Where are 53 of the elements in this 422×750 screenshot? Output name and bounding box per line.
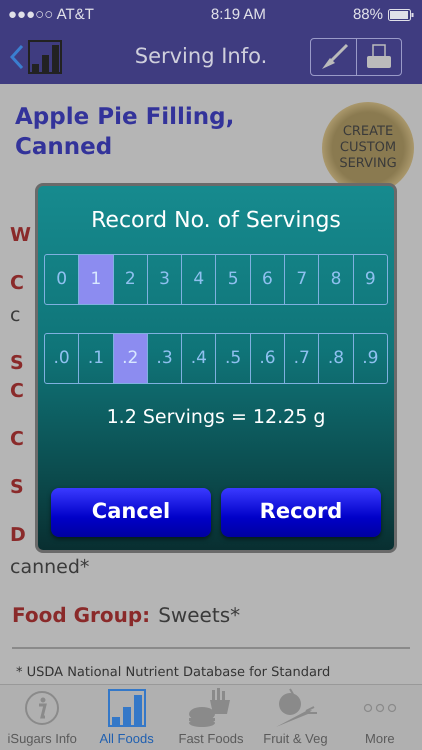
bar-chart-icon — [28, 40, 62, 74]
number-option[interactable]: 8 — [318, 255, 353, 304]
detail-value: c — [10, 303, 20, 328]
number-option[interactable]: 6 — [250, 255, 284, 304]
detail-value: canned* — [10, 555, 90, 580]
number-option[interactable]: .9 — [352, 334, 387, 383]
food-title: Apple Pie Filling, Canned — [15, 103, 236, 162]
detail-label: D — [10, 523, 26, 548]
dialog-title: Record No. of Servings — [90, 207, 342, 235]
tab[interactable]: All Foods — [84, 685, 169, 750]
number-option[interactable]: .7 — [284, 334, 318, 383]
tab[interactable]: iSugars Info — [0, 685, 84, 750]
number-option[interactable]: .5 — [215, 334, 250, 383]
tab[interactable]: Fast Foods — [168, 685, 254, 750]
detail-label: W — [10, 223, 31, 248]
number-option[interactable]: 1 — [78, 255, 113, 304]
back-button[interactable] — [10, 40, 62, 74]
tab[interactable]: Fruit & Veg — [253, 685, 338, 750]
food-group-value: Sweets* — [158, 602, 240, 629]
time-text: 8:19 AM — [210, 4, 266, 25]
number-option[interactable]: 9 — [352, 255, 387, 304]
battery-icon — [388, 9, 414, 21]
number-option[interactable]: 7 — [284, 255, 318, 304]
tab[interactable]: More — [338, 685, 422, 750]
footnote-text: * USDA National Nutrient Database for Standard — [16, 664, 332, 682]
more-icon — [362, 702, 397, 712]
detail-label: C — [10, 427, 24, 452]
servings-result: 1.2 Servings = 12.25 g — [106, 405, 326, 430]
number-option[interactable]: 3 — [146, 255, 182, 304]
detail-label: C — [10, 379, 24, 404]
food-group-label: Food Group: — [12, 602, 150, 629]
record-button[interactable]: Record — [221, 488, 381, 536]
number-option[interactable]: 4 — [181, 255, 216, 304]
number-option[interactable]: .6 — [250, 334, 284, 383]
carrier-text: ●●●○○ AT&T — [8, 4, 94, 25]
bar-chart-icon — [108, 688, 146, 726]
number-option[interactable]: 5 — [215, 255, 250, 304]
number-option[interactable]: 2 — [112, 255, 147, 304]
battery-text: 88% — [352, 4, 383, 25]
info-icon — [24, 690, 60, 726]
back-chevron-icon — [10, 44, 24, 70]
number-option[interactable]: .4 — [181, 334, 216, 383]
detail-label: C — [10, 271, 24, 296]
number-option[interactable]: .3 — [146, 334, 182, 383]
detail-label: S — [10, 475, 24, 500]
detail-label: S — [10, 351, 24, 376]
number-option[interactable]: .0 — [45, 334, 78, 383]
number-option[interactable]: 0 — [45, 255, 78, 304]
cancel-button[interactable]: Cancel — [51, 488, 211, 536]
printer-icon — [365, 43, 393, 71]
number-option[interactable]: .2 — [112, 334, 147, 383]
nav-title: Serving Info. — [134, 43, 268, 70]
number-option[interactable]: .8 — [318, 334, 353, 383]
